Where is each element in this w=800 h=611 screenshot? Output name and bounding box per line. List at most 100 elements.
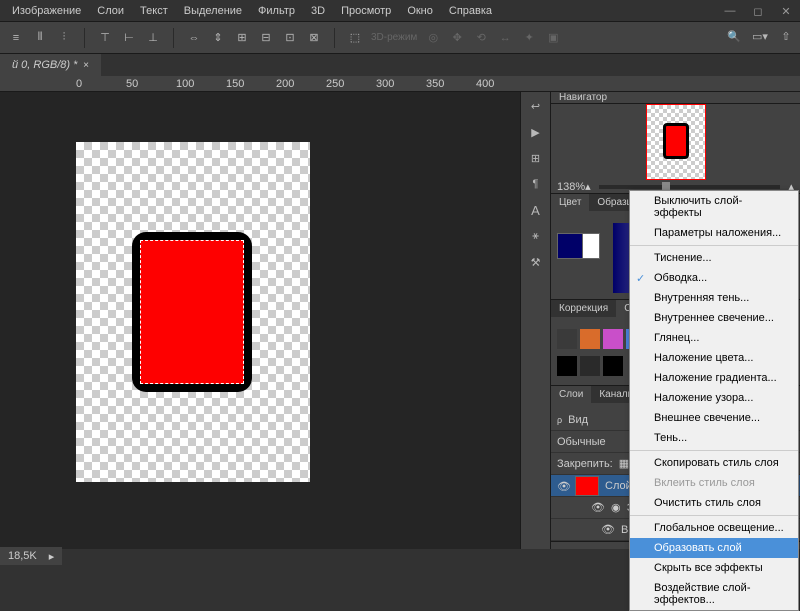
menu-image[interactable]: Изображение — [4, 5, 89, 17]
foreground-color[interactable] — [557, 233, 583, 259]
distribute-h-icon[interactable]: ⇔ — [186, 30, 202, 46]
brush-icon[interactable]: ⚹ — [528, 228, 544, 244]
menu-help[interactable]: Справка — [441, 5, 500, 17]
distribute-icon[interactable]: ⊞ — [234, 30, 250, 46]
separator — [84, 28, 85, 48]
navigator-preview[interactable] — [551, 104, 800, 180]
pan-icon[interactable]: ✥ — [449, 30, 465, 46]
style-swatch[interactable] — [580, 356, 600, 376]
orbit-icon[interactable]: ◎ — [425, 30, 441, 46]
context-menu-item[interactable]: Скопировать стиль слоя — [630, 453, 798, 473]
zoom-slider[interactable] — [599, 185, 781, 189]
slide-icon[interactable]: ↔ — [497, 30, 513, 46]
roll-icon[interactable]: ⟲ — [473, 30, 489, 46]
menu-select[interactable]: Выделение — [176, 5, 250, 17]
properties-icon[interactable]: ⊞ — [528, 150, 544, 166]
separator — [334, 28, 335, 48]
collapsed-panel-strip: ↩ ▶ ⊞ ¶ A ⚹ ⚒ — [520, 92, 550, 549]
context-menu-item[interactable]: Тиснение... — [630, 248, 798, 268]
context-menu-item[interactable]: Наложение узора... — [630, 388, 798, 408]
ruler-mark: 300 — [376, 78, 394, 90]
minimize-button[interactable]: — — [716, 0, 744, 22]
context-menu-item[interactable]: Тень... — [630, 428, 798, 448]
context-menu-item[interactable]: Наложение цвета... — [630, 348, 798, 368]
style-swatch[interactable] — [580, 329, 600, 349]
context-menu-item[interactable]: Параметры наложения... — [630, 223, 798, 243]
zoom-out-icon[interactable]: ▴ — [585, 180, 591, 193]
tab-layers[interactable]: Слои — [551, 386, 591, 403]
horizontal-ruler: 050100150200250300350400 — [0, 76, 800, 92]
menu-layers[interactable]: Слои — [89, 5, 132, 17]
align-right-icon[interactable]: ⫶ — [56, 30, 72, 46]
canvas[interactable] — [0, 92, 520, 549]
separator — [173, 28, 174, 48]
menu-3d[interactable]: 3D — [303, 5, 333, 17]
ruler-mark: 100 — [176, 78, 194, 90]
visibility-icon[interactable]: 👁 — [557, 480, 569, 492]
menu-filter[interactable]: Фильтр — [250, 5, 303, 17]
share-icon[interactable]: ⇧ — [778, 28, 794, 44]
align-center-icon[interactable]: ⫴ — [32, 30, 48, 46]
3d-icon[interactable]: ⬚ — [347, 30, 363, 46]
menu-window[interactable]: Окно — [399, 5, 441, 17]
context-menu-item[interactable]: Выключить слой-эффекты — [630, 191, 798, 223]
menu-text[interactable]: Текст — [132, 5, 176, 17]
context-menu-item[interactable]: Внешнее свечение... — [630, 408, 798, 428]
align-bottom-icon[interactable]: ⊥ — [145, 30, 161, 46]
context-menu-item[interactable]: Глобальное освещение... — [630, 518, 798, 538]
align-middle-icon[interactable]: ⊢ — [121, 30, 137, 46]
context-menu-item[interactable]: Наложение градиента... — [630, 368, 798, 388]
paragraph-icon[interactable]: ¶ — [528, 176, 544, 192]
layer-style-context-menu: Выключить слой-эффектыПараметры наложени… — [629, 190, 799, 611]
context-menu-item[interactable]: Образовать слой — [630, 538, 798, 558]
context-menu-item[interactable]: Внутренняя тень... — [630, 288, 798, 308]
context-menu-item[interactable]: Глянец... — [630, 328, 798, 348]
context-menu-item[interactable]: Воздействие слой-эффектов... — [630, 578, 798, 610]
character-icon[interactable]: A — [528, 202, 544, 218]
mode-label: 3D-режим — [371, 32, 417, 43]
document-tab[interactable]: й 0, RGB/8) * × — [0, 54, 101, 76]
style-swatch[interactable] — [557, 356, 577, 376]
ruler-mark: 250 — [326, 78, 344, 90]
distribute-icon[interactable]: ⊡ — [282, 30, 298, 46]
window-controls: — ◻ ✕ — [716, 0, 800, 22]
tool-presets-icon[interactable]: ⚒ — [528, 254, 544, 270]
style-swatch[interactable] — [603, 356, 623, 376]
context-menu-item[interactable]: Обводка... — [630, 268, 798, 288]
menu-bar: Изображение Слои Текст Выделение Фильтр … — [0, 0, 800, 22]
menu-view[interactable]: Просмотр — [333, 5, 399, 17]
tab-color[interactable]: Цвет — [551, 194, 589, 211]
light-icon[interactable]: ✦ — [521, 30, 537, 46]
ruler-mark: 50 — [126, 78, 138, 90]
distribute-icon[interactable]: ⊠ — [306, 30, 322, 46]
close-button[interactable]: ✕ — [772, 0, 800, 22]
lock-pixels-icon[interactable]: ▦ — [619, 457, 629, 470]
navigator-tab[interactable]: Навигатор — [551, 92, 800, 104]
context-menu-item[interactable]: Скрыть все эффекты — [630, 558, 798, 578]
zoom-value: 138% — [557, 181, 585, 193]
context-menu-item[interactable]: Внутреннее свечение... — [630, 308, 798, 328]
align-top-icon[interactable]: ⊤ — [97, 30, 113, 46]
workspace-icon[interactable]: ▭▾ — [752, 28, 768, 44]
maximize-button[interactable]: ◻ — [744, 0, 772, 22]
shape-fill — [140, 240, 244, 384]
style-swatch[interactable] — [557, 329, 577, 349]
distribute-icon[interactable]: ⊟ — [258, 30, 274, 46]
distribute-v-icon[interactable]: ⇕ — [210, 30, 226, 46]
layer-thumbnail[interactable] — [575, 476, 599, 496]
camera-icon[interactable]: ▣ — [545, 30, 561, 46]
context-menu-item[interactable]: Очистить стиль слоя — [630, 493, 798, 513]
status-arrow-icon[interactable]: ▸ — [49, 550, 55, 563]
ruler-mark: 200 — [276, 78, 294, 90]
context-menu-item: Вклеить стиль слоя — [630, 473, 798, 493]
search-icon[interactable]: 🔍 — [726, 28, 742, 44]
tab-adjustments[interactable]: Коррекция — [551, 300, 616, 317]
document-tab-bar: й 0, RGB/8) * × — [0, 54, 800, 76]
history-icon[interactable]: ↩ — [528, 98, 544, 114]
ruler-mark: 150 — [226, 78, 244, 90]
style-swatch[interactable] — [603, 329, 623, 349]
align-left-icon[interactable]: ≡ — [8, 30, 24, 46]
rounded-rectangle-shape[interactable] — [132, 232, 252, 392]
play-icon[interactable]: ▶ — [528, 124, 544, 140]
options-bar: ≡ ⫴ ⫶ ⊤ ⊢ ⊥ ⇔ ⇕ ⊞ ⊟ ⊡ ⊠ ⬚ 3D-режим ◎ ✥ ⟲… — [0, 22, 800, 54]
